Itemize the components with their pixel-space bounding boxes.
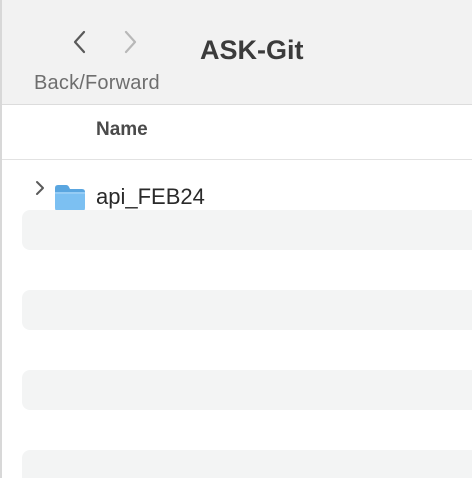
column-header: Name [2, 105, 472, 160]
finder-window: Back/Forward ASK-Git Name api_FEB24 [0, 0, 472, 478]
back-forward-group: Back/Forward [30, 22, 180, 100]
toolbar: Back/Forward ASK-Git [2, 0, 472, 105]
window-title: ASK-Git [200, 35, 304, 65]
file-list: api_FEB24 [2, 160, 472, 478]
name-column-header[interactable]: Name [96, 119, 148, 141]
chevron-left-icon [73, 30, 86, 54]
empty-row [22, 290, 472, 330]
back-forward-label: Back/Forward [34, 72, 160, 94]
folder-name: api_FEB24 [96, 184, 205, 209]
disclosure-triangle[interactable] [32, 180, 48, 196]
forward-button[interactable] [110, 24, 150, 60]
chevron-right-icon [36, 181, 44, 195]
list-item[interactable]: api_FEB24 [22, 168, 472, 211]
empty-row [22, 210, 472, 250]
empty-row [22, 370, 472, 410]
folder-icon [55, 185, 85, 211]
back-button[interactable] [60, 24, 100, 60]
empty-row [22, 450, 472, 478]
chevron-right-icon [124, 30, 137, 54]
